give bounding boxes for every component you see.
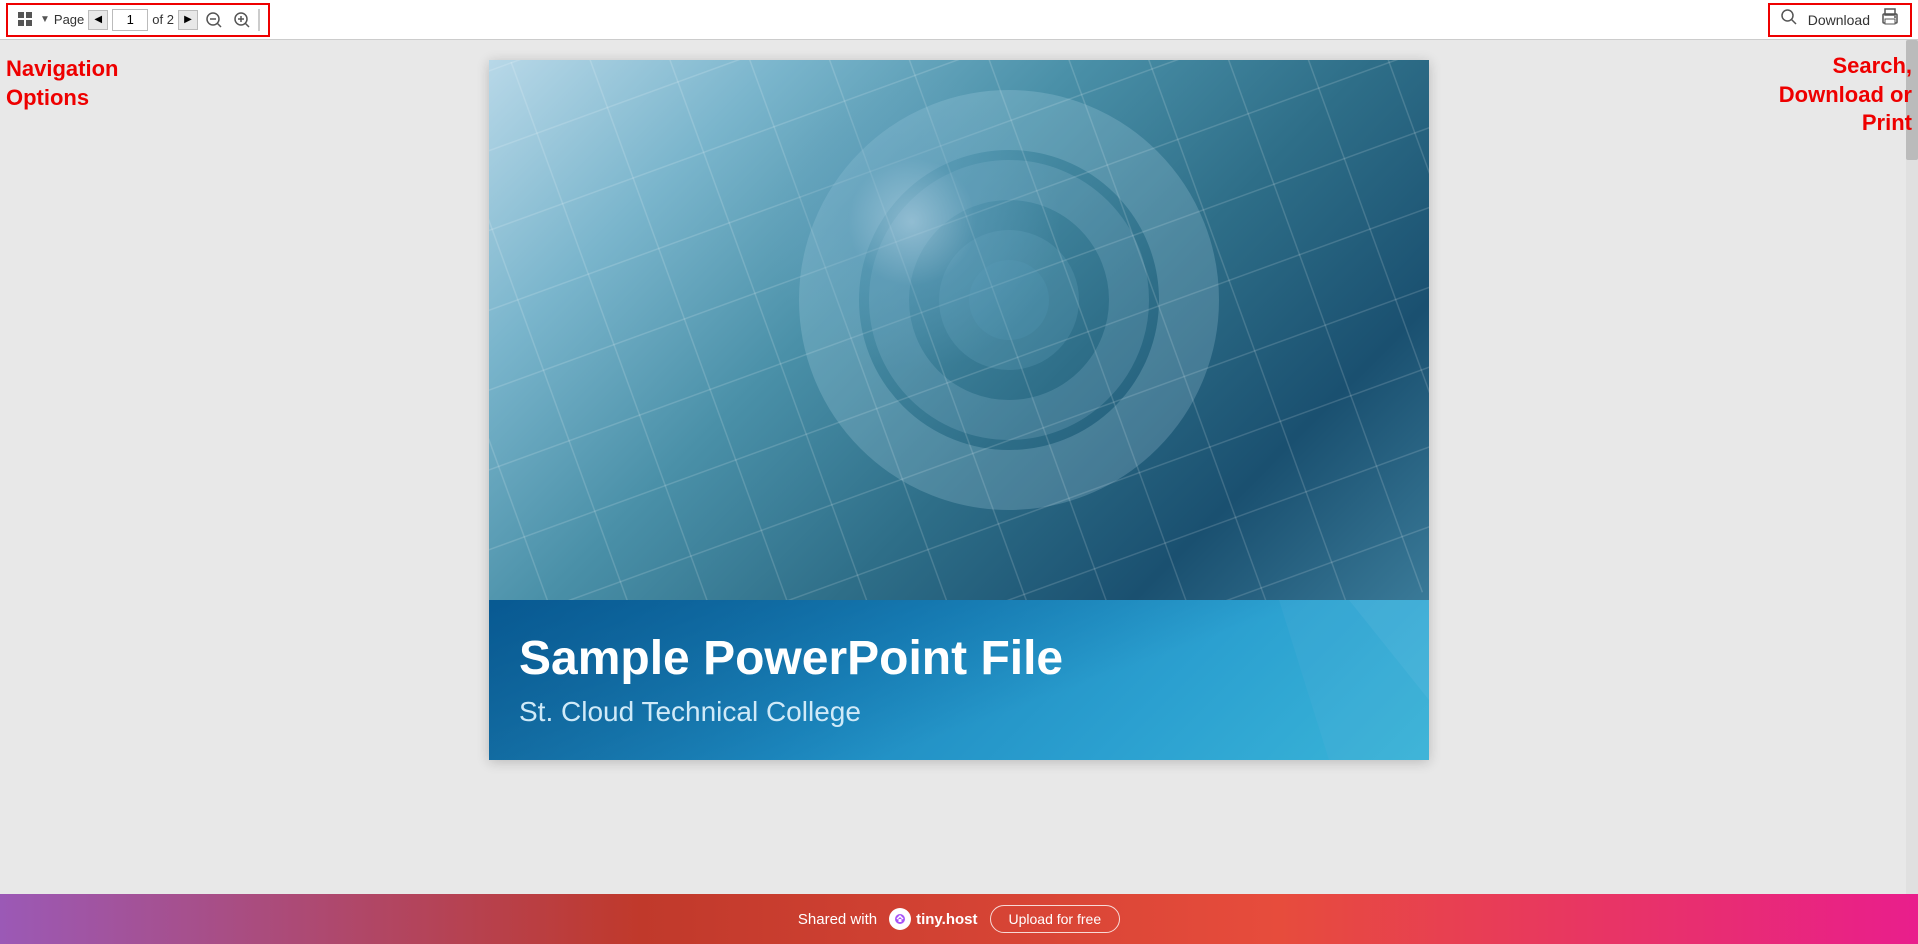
- prev-page-button[interactable]: ◀: [88, 10, 108, 30]
- tinyhost-logo-icon: [889, 908, 911, 930]
- print-icon[interactable]: [1880, 7, 1900, 32]
- total-pages-label: of 2: [152, 12, 174, 27]
- bottom-banner: Shared with tiny.host Upload for free: [0, 894, 1918, 944]
- page-number-input[interactable]: [112, 9, 148, 31]
- zoom-out-button[interactable]: [202, 8, 226, 32]
- main-content: Sample PowerPoint File St. Cloud Technic…: [0, 40, 1918, 894]
- download-button[interactable]: Download: [1808, 12, 1870, 28]
- view-dropdown-arrow[interactable]: ▼: [40, 14, 50, 25]
- slide-subtitle: St. Cloud Technical College: [519, 696, 1399, 728]
- navigation-controls: ▼ Page ◀ of 2 ▶: [6, 3, 270, 37]
- zoom-in-button[interactable]: [230, 8, 254, 32]
- search-download-controls: Download: [1768, 3, 1912, 37]
- next-page-button[interactable]: ▶: [178, 10, 198, 30]
- slide-title: Sample PowerPoint File: [519, 630, 1399, 688]
- toolbar: ▼ Page ◀ of 2 ▶: [0, 0, 1918, 40]
- tinyhost-brand-name: tiny.host: [916, 911, 977, 928]
- shared-with-text: Shared with: [798, 911, 877, 928]
- search-icon[interactable]: [1780, 8, 1798, 31]
- slide-footer: Sample PowerPoint File St. Cloud Technic…: [489, 600, 1429, 760]
- search-download-annotation: Search, Search, Download or Print Downlo…: [1779, 52, 1912, 138]
- scrollbar[interactable]: [1906, 40, 1918, 894]
- slide-image: [489, 60, 1429, 600]
- thumbnails-icon[interactable]: [16, 10, 36, 30]
- navigation-annotation: Navigation Options: [6, 55, 118, 112]
- slide-container: Sample PowerPoint File St. Cloud Technic…: [489, 60, 1429, 760]
- toolbar-separator: [258, 9, 260, 31]
- page-label: Page: [54, 12, 84, 27]
- upload-for-free-button[interactable]: Upload for free: [990, 905, 1121, 933]
- tinyhost-logo: tiny.host: [889, 908, 977, 930]
